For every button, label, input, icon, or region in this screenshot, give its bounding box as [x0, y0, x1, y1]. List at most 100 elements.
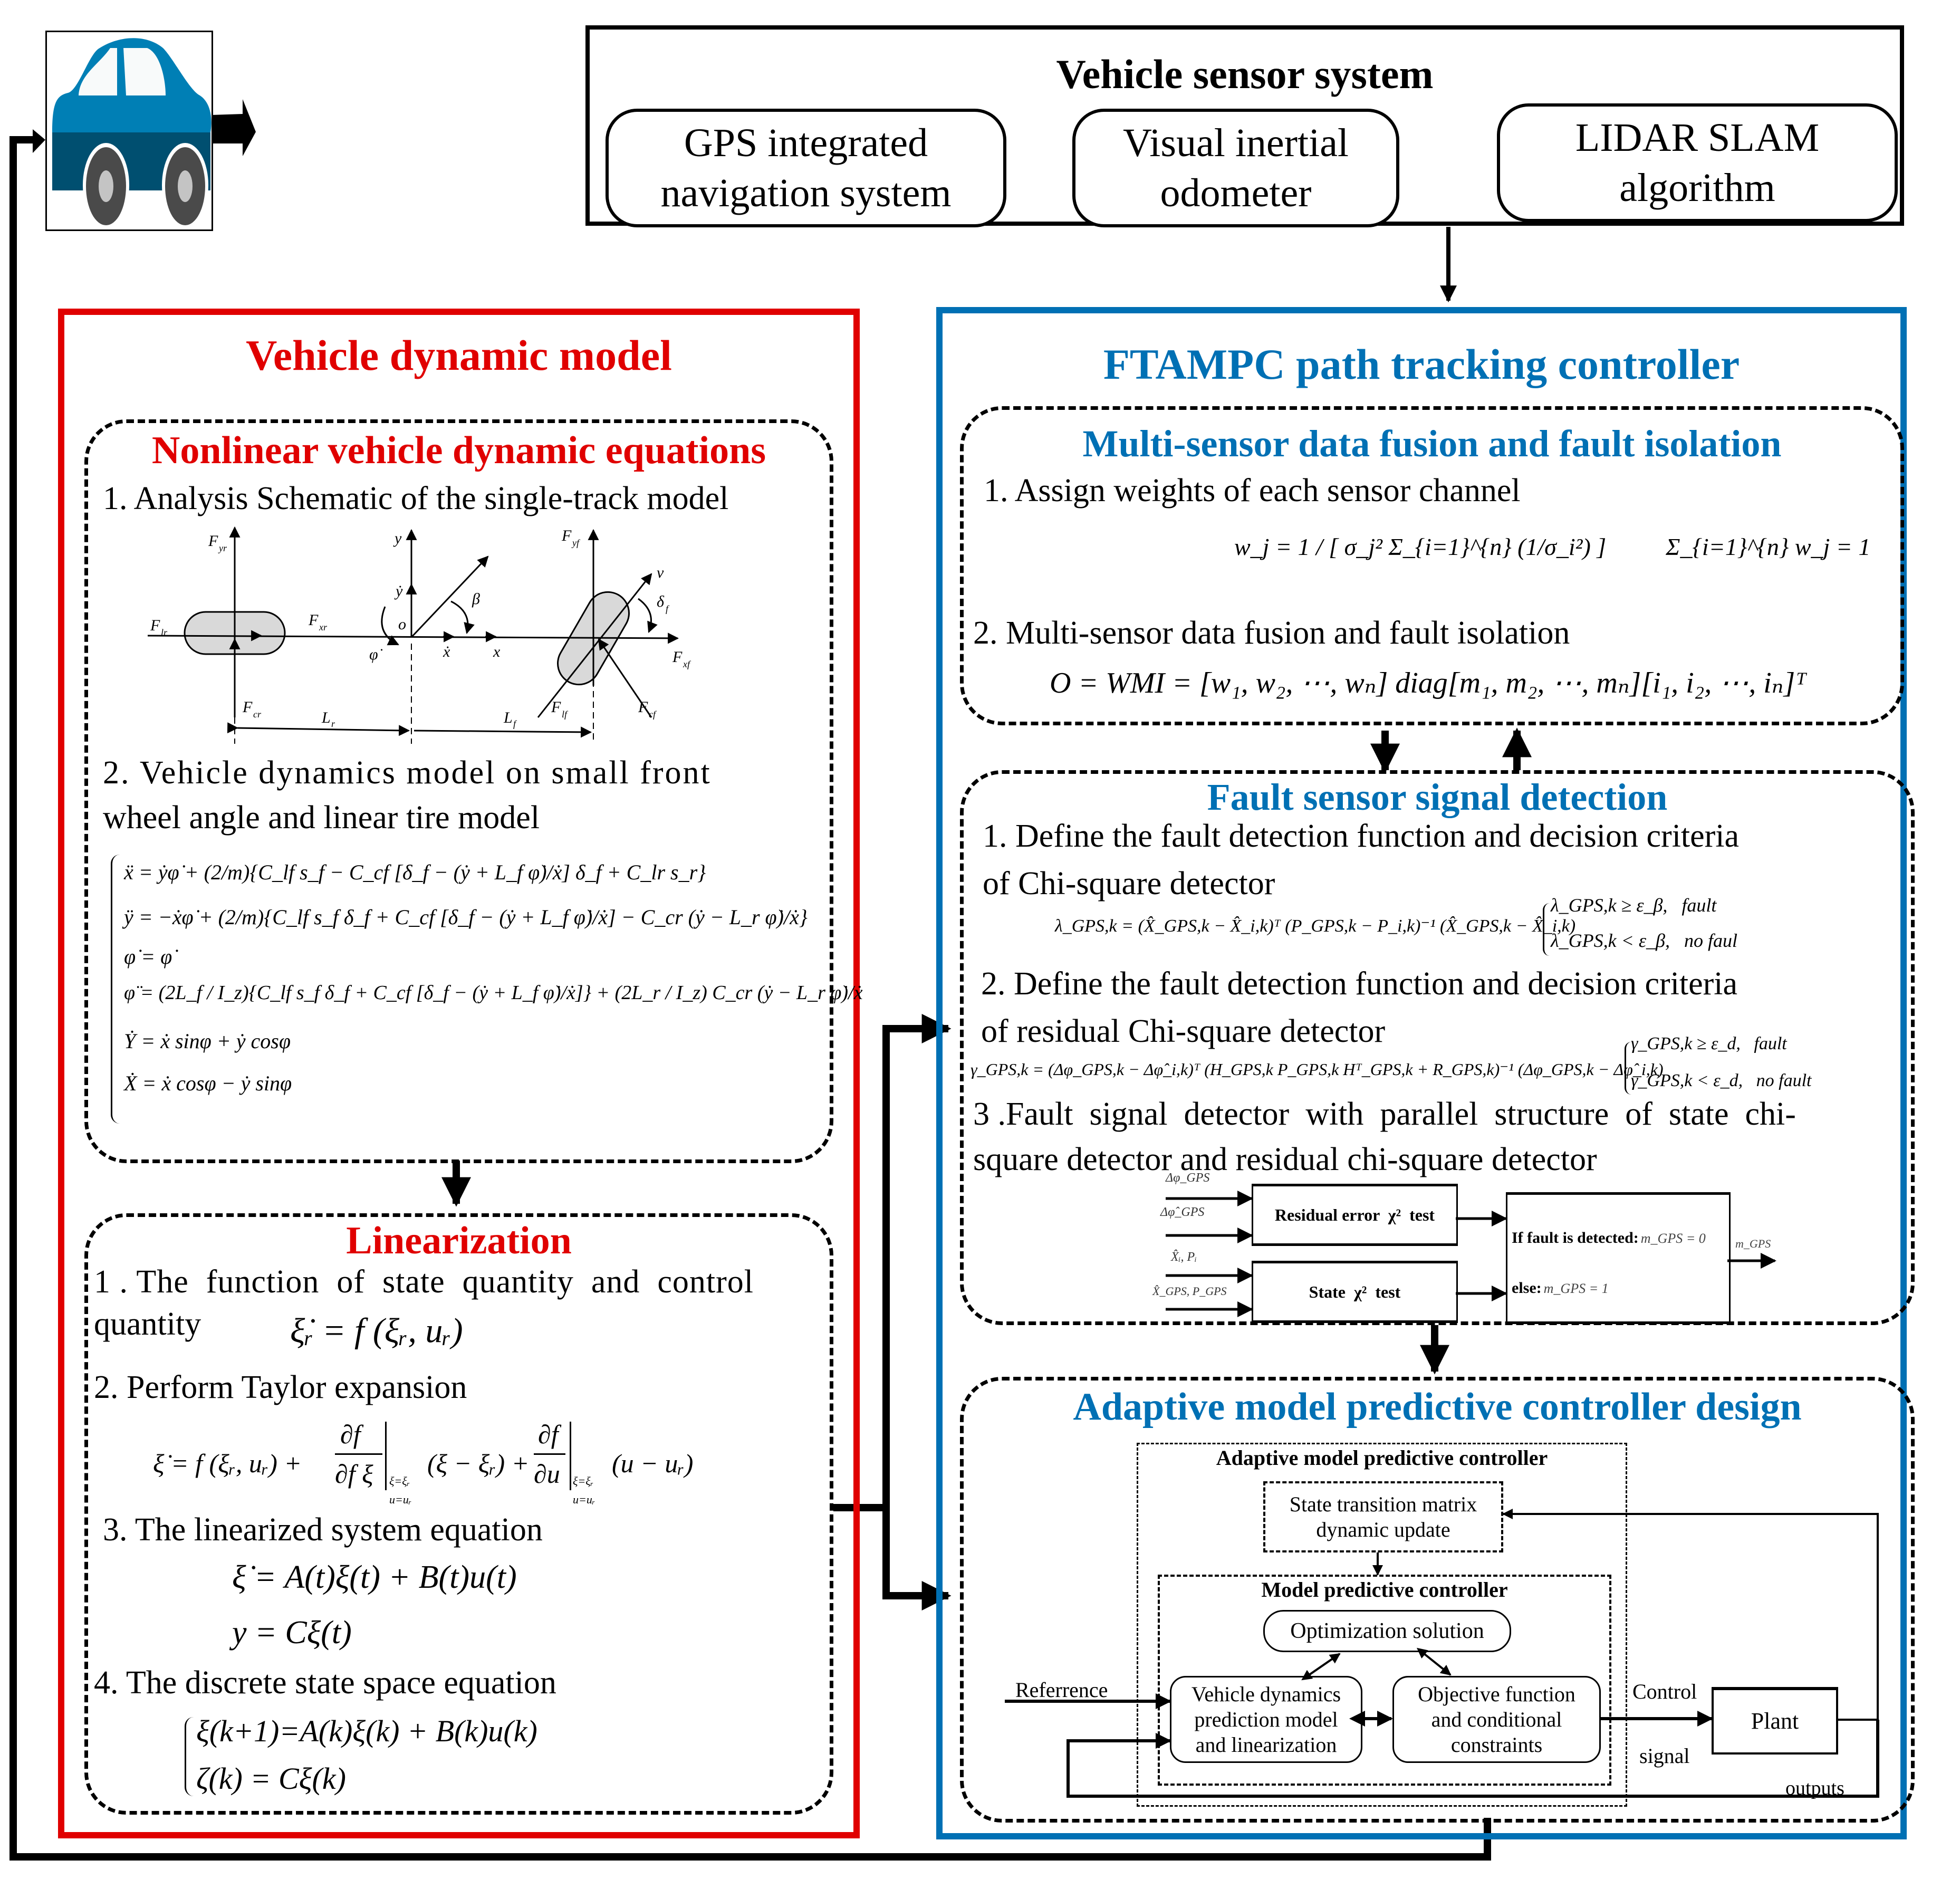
sensor-gps-line1: GPS integrated	[684, 120, 928, 165]
linearization-title: Linearization	[346, 1219, 572, 1262]
svg-text:v: v	[657, 564, 664, 581]
nonlinear-item2-line1: 2. Vehicle dynamics model on small front	[103, 755, 712, 791]
ampc-outer-label: Adaptive model predictive controller	[1216, 1446, 1548, 1470]
linearization-eq1: ξ̇ᵣ = f (ξᵣ, uᵣ)	[290, 1311, 463, 1350]
obj-line1: Objective function	[1418, 1682, 1575, 1706]
svg-text:F: F	[551, 698, 561, 716]
detection-item3-line1: 3 .Fault signal detector with parallel s…	[973, 1096, 1796, 1132]
svg-text:xr: xr	[319, 622, 328, 632]
plant-label: Plant	[1751, 1708, 1799, 1734]
svg-text:F: F	[242, 698, 253, 716]
equation-brace	[111, 855, 120, 1124]
detection-gamma-nofault: γ_GPS,k < ε_d, no fault	[1631, 1071, 1812, 1090]
linearization-item2: 2. Perform Taylor expansion	[94, 1369, 467, 1405]
detection-gamma-eq: γ_GPS,k = (Δφ_GPS,k − Δφ̂_i,k)ᵀ (H_GPS,k…	[971, 1060, 1664, 1079]
equation-y-ddot: ÿ = −ẋφ̇ + (2/m){C_lf s_f δ_f + C_cf [δ_…	[124, 905, 808, 929]
taylor-end: (u − uᵣ)	[612, 1449, 694, 1478]
arrow-car-to-sensors	[211, 99, 256, 156]
equation-phi-ddot: φ̈ = (2L_f / I_z){C_lf s_f δ_f + C_cf [δ…	[124, 982, 863, 1004]
linearization-item1-line1: 1 . The function of state quantity and c…	[94, 1264, 754, 1300]
sensor-system-panel: Vehicle sensor system GPS integrated navi…	[585, 25, 1904, 227]
detection-title: Fault sensor signal detection	[1207, 776, 1668, 818]
svg-text:r: r	[331, 718, 335, 729]
taylor-frac2-num: ∂f	[538, 1420, 559, 1449]
detection-item1-line2: of Chi-square detector	[983, 866, 1275, 902]
input-x-hat-i: X̂ᵢ, Pᵢ	[1171, 1250, 1197, 1264]
linearization-eq4b: ζ(k) = Cξ(k)	[196, 1761, 346, 1796]
svg-text:ẋ: ẋ	[443, 643, 450, 660]
svg-text:F: F	[208, 532, 218, 550]
outputs-label: outputs	[1785, 1777, 1844, 1799]
taylor-lhs: ξ̇ = f (ξᵣ, uᵣ) +	[153, 1449, 302, 1478]
detection-item2-line2: of residual Chi-square detector	[981, 1013, 1386, 1049]
svg-text:F: F	[308, 611, 319, 629]
sensor-gps[interactable]: GPS integrated navigation system	[606, 109, 1006, 227]
state-test-label: State χ² test	[1309, 1282, 1401, 1301]
linearization-item3: 3. The linearized system equation	[103, 1512, 543, 1548]
taylor-frac1-bar	[335, 1453, 382, 1455]
svg-text:lr: lr	[161, 627, 168, 638]
controller-title: FTAMPC path tracking controller	[1103, 340, 1740, 388]
equation-X-dot: Ẋ = ẋ cosφ − ẏ sinφ	[124, 1071, 292, 1095]
equation-Y-dot: Ẏ = ẋ sinφ + ẏ cosφ	[124, 1029, 291, 1053]
taylor-eval2-bottom: u=uᵣ	[573, 1493, 595, 1506]
svg-text:yr: yr	[218, 543, 227, 553]
stm-update-box[interactable]: State transition matrix dynamic update	[1263, 1481, 1503, 1552]
svg-text:lf: lf	[562, 709, 569, 720]
sensor-system-title: Vehicle sensor system	[1056, 51, 1434, 97]
sensor-lidar-line2: algorithm	[1619, 165, 1775, 210]
detection-item1-line1: 1. Define the fault detection function a…	[983, 818, 1740, 854]
linearization-item4: 4. The discrete state space equation	[94, 1665, 556, 1701]
vdm-line2: prediction model	[1194, 1707, 1338, 1731]
nonlinear-title: Nonlinear vehicle dynamic equations	[151, 429, 766, 472]
svg-text:cr: cr	[253, 709, 262, 720]
detector-block-diagram: Δφ_GPS Δφ̂_GPS X̂ᵢ, Pᵢ X̂_GPS, P_GPS Res…	[1150, 1171, 1783, 1324]
linearization-eq3b: y = Cξ(t)	[232, 1615, 352, 1651]
svg-text:β: β	[472, 590, 480, 608]
taylor-eval2-top: ξ=ξᵣ	[573, 1474, 594, 1488]
detection-lambda-eq: λ_GPS,k = (X̂_GPS,k − X̂_i,k)ᵀ (P_GPS,k …	[1055, 916, 1576, 936]
linearization-eq3a: ξ̇ = A(t)ξ(t) + B(t)u(t)	[232, 1559, 517, 1595]
svg-text:f: f	[666, 603, 670, 614]
linearization-item1-line2: quantity	[94, 1306, 201, 1342]
residual-test-label: Residual error χ² test	[1274, 1205, 1435, 1224]
svg-text:L: L	[503, 709, 513, 726]
discrete-brace	[185, 1717, 194, 1796]
decision-if-value: m_GPS = 0	[1640, 1231, 1706, 1246]
optimization-label: Optimization solution	[1290, 1618, 1484, 1643]
residual-test-box[interactable]: Residual error χ² test	[1252, 1184, 1458, 1246]
plant-box[interactable]: Plant	[1712, 1687, 1838, 1755]
vdm-line3: and linearization	[1195, 1732, 1337, 1757]
svg-text:φ̇: φ̇	[369, 646, 383, 663]
nonlinear-equation-system: ẍ = ẏφ̇ + (2/m){C_lf s_f − C_cf [δ_f − (…	[111, 855, 862, 1129]
taylor-eval1-bottom: u=uᵣ	[389, 1493, 412, 1506]
fusion-weight-sum: Σ_{i=1}^{n} w_j = 1	[1666, 533, 1871, 560]
car-icon	[52, 38, 212, 227]
sensor-vio[interactable]: Visual inertial odometer	[1072, 109, 1399, 227]
optimization-solution-box[interactable]: Optimization solution	[1263, 1610, 1511, 1652]
vdm-line1: Vehicle dynamics	[1191, 1682, 1341, 1706]
input-delta-phi-hat-gps: Δφ̂_GPS	[1160, 1205, 1205, 1219]
mpc-label: Model predictive controller	[1261, 1578, 1508, 1602]
objective-function-box[interactable]: Objective function and conditional const…	[1392, 1676, 1601, 1763]
lambda-brace	[1543, 903, 1550, 956]
taylor-frac1-den: ∂f ξ	[335, 1459, 373, 1489]
taylor-eval-bar-1	[385, 1422, 387, 1490]
taylor-frac2-den: ∂u	[534, 1459, 560, 1489]
fault-decision-box[interactable]: If fault is detected: m_GPS = 0 else: m_…	[1506, 1192, 1731, 1324]
output-m-gps: m_GPS	[1735, 1237, 1771, 1250]
svg-text:δ: δ	[657, 593, 665, 610]
sensor-lidar[interactable]: LIDAR SLAM algorithm	[1497, 103, 1898, 222]
taylor-eval1-top: ξ=ξᵣ	[389, 1474, 410, 1488]
detection-item2-line1: 2. Define the fault detection function a…	[981, 966, 1738, 1002]
nonlinear-item2-line2: wheel angle and linear tire model	[103, 800, 540, 836]
fusion-title: Multi-sensor data fusion and fault isola…	[1082, 423, 1782, 465]
state-test-box[interactable]: State χ² test	[1252, 1261, 1458, 1323]
sensor-vio-line1: Visual inertial	[1122, 120, 1349, 165]
vdm-box[interactable]: Vehicle dynamics prediction model and li…	[1170, 1676, 1362, 1763]
taylor-eval-bar-2	[570, 1422, 571, 1490]
stm-line2: dynamic update	[1316, 1517, 1450, 1541]
svg-text:F: F	[638, 698, 648, 716]
svg-text:xf: xf	[683, 659, 691, 669]
obj-line2: and conditional	[1431, 1707, 1562, 1731]
